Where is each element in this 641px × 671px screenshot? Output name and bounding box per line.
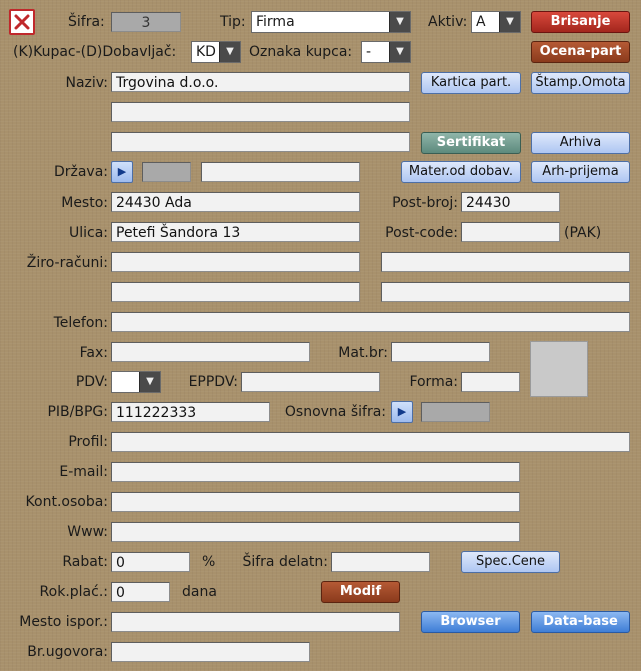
pib-label: PIB/BPG: (47, 404, 108, 420)
kont-osoba-label: Kont.osoba: (25, 494, 108, 510)
naziv-field-3[interactable] (111, 132, 410, 152)
pib-field[interactable]: 111222333 (111, 402, 270, 422)
tip-label: Tip: (220, 14, 246, 30)
oznaka-kupca-value: - (366, 44, 372, 60)
telefon-field[interactable] (111, 312, 630, 332)
photo-placeholder (530, 341, 588, 397)
triangle-right-icon[interactable]: ▶ (391, 401, 413, 423)
www-label: Www: (67, 524, 108, 540)
rabat-field[interactable]: 0 (111, 552, 190, 572)
chevron-down-icon[interactable]: ▼ (389, 12, 410, 32)
profil-label: Profil: (68, 434, 108, 450)
br-ugovora-field[interactable] (111, 642, 310, 662)
post-code-field[interactable] (461, 222, 560, 242)
drzava-name-field[interactable] (201, 162, 360, 182)
ulica-label: Ulica: (68, 225, 108, 241)
chevron-down-icon[interactable]: ▼ (499, 12, 520, 32)
mesto-label: Mesto: (61, 195, 108, 211)
br-ugovora-label: Br.ugovora: (27, 644, 108, 660)
profil-field[interactable] (111, 432, 630, 452)
ziro-racun-field-3[interactable] (111, 282, 360, 302)
kupac-dobavljac-label: (K)Kupac-(D)Dobavljač: (13, 44, 177, 60)
ulica-field[interactable]: Petefi Šandora 13 (111, 222, 360, 242)
sifra-field[interactable]: 3 (111, 12, 181, 32)
ziro-racun-field-4[interactable] (381, 282, 630, 302)
close-icon[interactable] (9, 9, 35, 35)
spec-cene-button[interactable]: Spec.Cene (461, 551, 560, 573)
post-broj-field[interactable]: 24430 (461, 192, 560, 212)
eppdv-label: EPPDV: (188, 374, 238, 390)
kupac-dobavljac-select[interactable]: KD ▼ (191, 41, 241, 63)
mat-br-field[interactable] (391, 342, 490, 362)
dana-label: dana (182, 584, 217, 600)
arh-prijema-button[interactable]: Arh-prijema (531, 161, 630, 183)
sertifikat-button[interactable]: Sertifikat (421, 132, 521, 154)
oznaka-kupca-select[interactable]: - ▼ (361, 41, 411, 63)
drzava-label: Država: (53, 164, 108, 180)
kupac-dobavljac-value: KD (196, 44, 216, 60)
percent-label: % (202, 554, 216, 570)
mesto-isporuke-label: Mesto ispor.: (19, 614, 108, 630)
modif-button[interactable]: Modif (321, 581, 400, 603)
oznaka-kupca-label: Oznaka kupca: (249, 44, 353, 60)
post-code-label: Post-code: (385, 225, 458, 241)
telefon-label: Telefon: (53, 315, 108, 331)
fax-label: Fax: (79, 345, 108, 361)
eppdv-field[interactable] (241, 372, 380, 392)
sifra-delatn-label: Šifra delatn: (242, 554, 328, 570)
naziv-field-1[interactable]: Trgovina d.o.o. (111, 72, 410, 92)
pdv-label: PDV: (75, 374, 108, 390)
post-broj-label: Post-broj: (392, 195, 458, 211)
chevron-down-icon[interactable]: ▼ (139, 372, 160, 392)
mesto-field[interactable]: 24430 Ada (111, 192, 360, 212)
sifra-label: Šifra: (68, 14, 105, 30)
ziro-racun-field-2[interactable] (381, 252, 630, 272)
pak-label: (PAK) (564, 225, 602, 241)
rabat-label: Rabat: (62, 554, 108, 570)
rok-placanja-field[interactable]: 0 (111, 582, 170, 602)
forma-field[interactable] (461, 372, 520, 392)
osnovna-sifra-field[interactable] (421, 402, 490, 422)
tip-value: Firma (256, 14, 295, 30)
ziro-racuni-label: Žiro-računi: (26, 255, 108, 271)
mat-br-label: Mat.br: (338, 345, 388, 361)
email-label: E-mail: (59, 464, 108, 480)
sifra-delatn-field[interactable] (331, 552, 430, 572)
osnovna-sifra-label: Osnovna šifra: (284, 404, 386, 420)
arhiva-button[interactable]: Arhiva (531, 132, 630, 154)
www-field[interactable] (111, 522, 520, 542)
naziv-field-2[interactable] (111, 102, 410, 122)
chevron-down-icon[interactable]: ▼ (389, 42, 410, 62)
aktiv-value: A (476, 14, 486, 30)
aktiv-label: Aktiv: (428, 14, 468, 30)
forma-label: Forma: (409, 374, 458, 390)
browser-button[interactable]: Browser (421, 611, 520, 633)
kont-osoba-field[interactable] (111, 492, 520, 512)
chevron-down-icon[interactable]: ▼ (219, 42, 240, 62)
kartica-part-button[interactable]: Kartica part. (421, 72, 521, 94)
drzava-code-field[interactable] (142, 162, 191, 182)
ocena-part-button[interactable]: Ocena-part (531, 41, 630, 63)
brisanje-button[interactable]: Brisanje (531, 11, 630, 33)
stamp-omota-button[interactable]: Štamp.Omota (531, 72, 630, 94)
mesto-isporuke-field[interactable] (111, 612, 400, 632)
email-field[interactable] (111, 462, 520, 482)
fax-field[interactable] (111, 342, 310, 362)
pdv-select[interactable]: ▼ (111, 371, 161, 393)
tip-select[interactable]: Firma ▼ (251, 11, 411, 33)
ziro-racun-field-1[interactable] (111, 252, 360, 272)
data-base-button[interactable]: Data-base (531, 611, 630, 633)
rok-placanja-label: Rok.plać.: (39, 584, 108, 600)
mater-od-dobav-button[interactable]: Mater.od dobav. (401, 161, 521, 183)
aktiv-select[interactable]: A ▼ (471, 11, 521, 33)
naziv-label: Naziv: (65, 75, 108, 91)
triangle-right-icon[interactable]: ▶ (111, 161, 133, 183)
